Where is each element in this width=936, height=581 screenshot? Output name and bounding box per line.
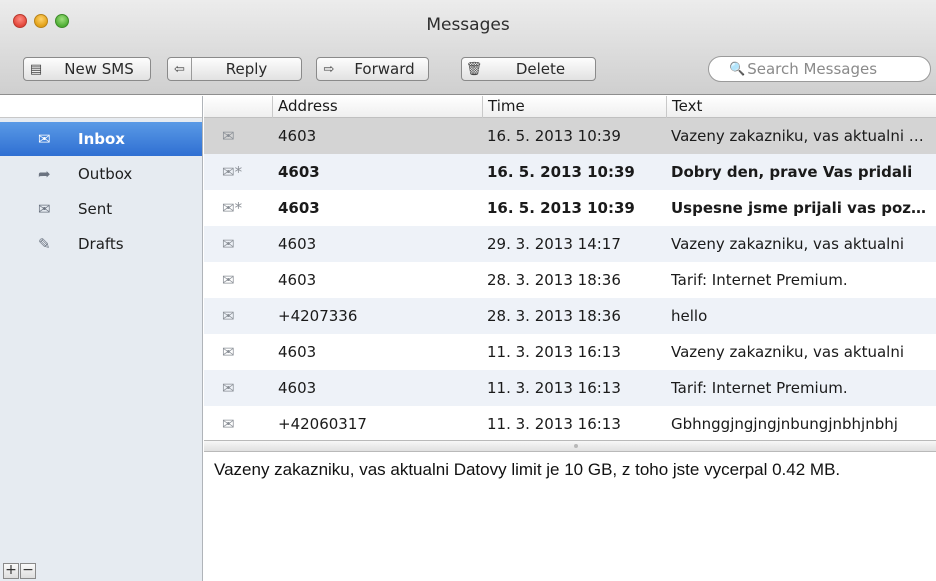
row-text: hello	[671, 307, 708, 325]
row-text: Gbhnggjngjngjnbungjnbhjnbhj	[671, 415, 898, 433]
forward-label: Forward	[354, 60, 415, 78]
row-text: Vazeny zakazniku, vas aktualni Datovy li…	[671, 127, 933, 145]
message-preview: Vazeny zakazniku, vas aktualni Datovy li…	[204, 452, 936, 581]
row-time: 11. 3. 2013 16:13	[487, 343, 621, 361]
sidebar-item-outbox[interactable]: ➦ Outbox	[0, 157, 202, 191]
sidebar-item-label: Drafts	[78, 235, 124, 253]
title-toolbar: Messages ▤ New SMS ⇦ Reply ⇨ Forward 🗑 D…	[0, 0, 936, 95]
row-address: +4207336	[278, 307, 358, 325]
column-header-address[interactable]: Address	[272, 96, 482, 118]
delete-label: Delete	[515, 60, 566, 78]
sidebar-item-label: Inbox	[78, 130, 125, 148]
row-text: Dobry den, prave Vas pridali	[671, 163, 913, 181]
row-address: 4603	[278, 379, 317, 397]
table-row[interactable]: ✉ +4207336 28. 3. 2013 18:36 hello	[204, 298, 936, 334]
row-time: 28. 3. 2013 18:36	[487, 307, 621, 325]
row-time: 11. 3. 2013 16:13	[487, 379, 621, 397]
column-header-status[interactable]	[204, 96, 272, 118]
row-text: Tarif: Internet Premium.	[671, 379, 848, 397]
envelope-icon: ✉	[222, 307, 235, 325]
column-header-time[interactable]: Time	[482, 96, 666, 118]
trash-icon: 🗑	[465, 61, 483, 77]
row-address: 4603	[278, 235, 317, 253]
new-message-icon: ✉*	[222, 199, 243, 217]
messages-window: Messages ▤ New SMS ⇦ Reply ⇨ Forward 🗑 D…	[0, 0, 936, 581]
reply-arrow-icon: ⇦	[168, 58, 192, 80]
envelope-icon: ✉	[222, 379, 235, 397]
pane-splitter[interactable]	[204, 440, 936, 452]
envelope-icon: ✉	[38, 130, 51, 148]
row-address: 4603	[278, 199, 320, 217]
row-address: 4603	[278, 127, 317, 145]
window-title: Messages	[426, 15, 510, 35]
table-row[interactable]: ✉ 4603 16. 5. 2013 10:39 Vazeny zakaznik…	[204, 118, 936, 154]
row-time: 28. 3. 2013 18:36	[487, 271, 621, 289]
row-time: 16. 5. 2013 10:39	[487, 163, 635, 181]
row-address: 4603	[278, 271, 317, 289]
envelope-icon: ✉	[222, 127, 235, 145]
remove-mailbox-button[interactable]: −	[20, 563, 36, 579]
row-time: 11. 3. 2013 16:13	[487, 415, 621, 433]
pencil-icon: ✎	[38, 235, 51, 253]
row-time: 16. 5. 2013 10:39	[487, 199, 635, 217]
sidebar-header	[0, 96, 202, 118]
mailbox-sidebar: ✉ Inbox ➦ Outbox ✉ Sent ✎ Drafts + −	[0, 96, 203, 581]
table-row[interactable]: ✉* 4603 16. 5. 2013 10:39 Uspesne jsme p…	[204, 190, 936, 226]
column-header-text[interactable]: Text	[666, 96, 936, 118]
table-row[interactable]: ✉ 4603 11. 3. 2013 16:13 Vazeny zakaznik…	[204, 334, 936, 370]
sidebar-item-drafts[interactable]: ✎ Drafts	[0, 227, 202, 261]
row-address: +42060317	[278, 415, 367, 433]
row-text: Tarif: Internet Premium.	[671, 271, 848, 289]
sidebar-item-label: Outbox	[78, 165, 133, 183]
envelope-icon: ✉	[222, 415, 235, 433]
envelope-icon: ✉	[222, 235, 235, 253]
table-row[interactable]: ✉ +42060317 11. 3. 2013 16:13 Gbhnggjngj…	[204, 406, 936, 442]
new-message-icon: ✉*	[222, 163, 243, 181]
table-row[interactable]: ✉ 4603 28. 3. 2013 18:36 Tarif: Internet…	[204, 262, 936, 298]
magnifier-icon: 🔍	[729, 61, 746, 77]
sent-envelope-icon: ✉	[38, 200, 51, 218]
sidebar-item-sent[interactable]: ✉ Sent	[0, 192, 202, 226]
add-mailbox-button[interactable]: +	[3, 563, 19, 579]
sidebar-actions: + −	[3, 563, 36, 579]
row-text: Vazeny zakazniku, vas aktualni	[671, 235, 904, 253]
sidebar-item-label: Sent	[78, 200, 113, 218]
delete-button[interactable]: 🗑 Delete	[461, 57, 596, 81]
table-row[interactable]: ✉ 4603 11. 3. 2013 16:13 Tarif: Internet…	[204, 370, 936, 406]
search-field[interactable]: 🔍	[708, 56, 931, 82]
table-header: Address Time Text	[204, 96, 936, 118]
reply-label: Reply	[225, 60, 268, 78]
row-time: 29. 3. 2013 14:17	[487, 235, 621, 253]
envelope-icon: ✉	[222, 271, 235, 289]
search-input[interactable]	[747, 60, 918, 78]
row-text: Uspesne jsme prijali vas pozadavek	[671, 199, 933, 217]
row-address: 4603	[278, 163, 320, 181]
new-sms-button[interactable]: ▤ New SMS	[23, 57, 151, 81]
row-text: Vazeny zakazniku, vas aktualni	[671, 343, 904, 361]
splitter-grip	[574, 444, 578, 448]
message-table: Address Time Text ✉ 4603 16. 5. 2013 10:…	[204, 96, 936, 442]
reply-button[interactable]: ⇦ Reply	[167, 57, 302, 81]
table-row[interactable]: ✉* 4603 16. 5. 2013 10:39 Dobry den, pra…	[204, 154, 936, 190]
row-time: 16. 5. 2013 10:39	[487, 127, 621, 145]
outbox-arrow-icon: ➦	[38, 165, 51, 183]
envelope-icon: ✉	[222, 343, 235, 361]
compose-icon: ▤	[29, 61, 43, 77]
forward-arrow-icon: ⇨	[323, 61, 335, 77]
new-sms-label: New SMS	[64, 60, 134, 78]
sidebar-item-inbox[interactable]: ✉ Inbox	[0, 122, 202, 156]
row-address: 4603	[278, 343, 317, 361]
forward-button[interactable]: ⇨ Forward	[316, 57, 429, 81]
table-row[interactable]: ✉ 4603 29. 3. 2013 14:17 Vazeny zakaznik…	[204, 226, 936, 262]
